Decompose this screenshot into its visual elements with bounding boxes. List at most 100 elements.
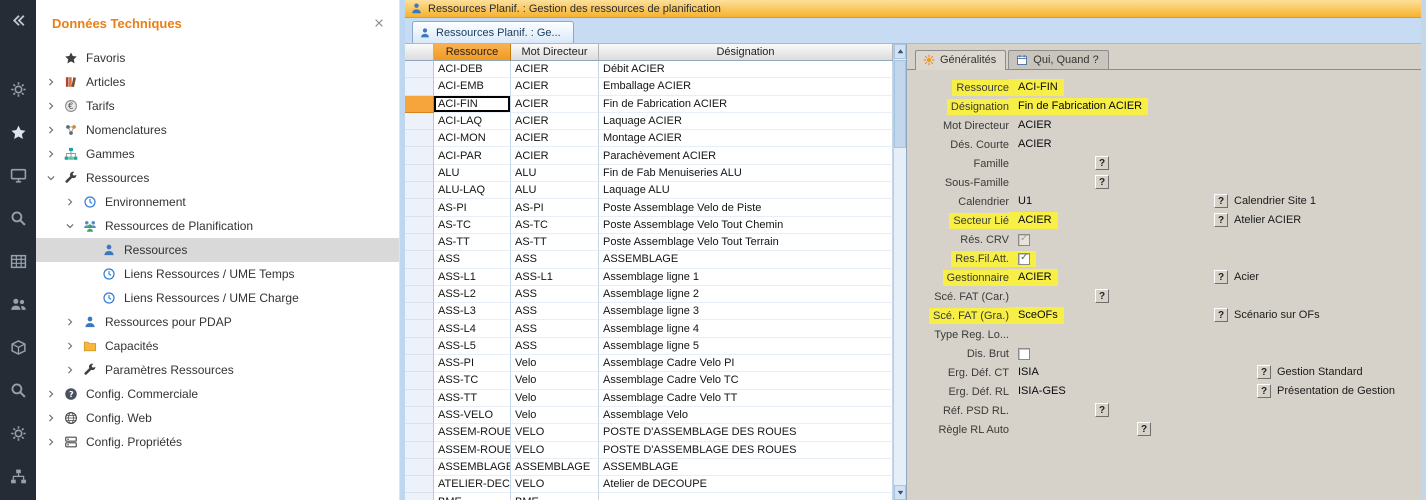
cell-ressource[interactable]: ACI-PAR: [434, 147, 511, 164]
users-button[interactable]: [10, 294, 27, 314]
cell-designation[interactable]: Emballage ACIER: [599, 78, 893, 95]
table-row-ass-l4[interactable]: ASS-L4ASSAssemblage ligne 4: [405, 320, 893, 337]
cell-designation[interactable]: Fin de Fabrication ACIER: [599, 96, 893, 113]
cell-mot-directeur[interactable]: ASS: [511, 286, 599, 303]
cell-ressource[interactable]: ACI-MON: [434, 130, 511, 147]
scroll-down-button[interactable]: [894, 485, 906, 500]
tree-item-environnement[interactable]: Environnement: [36, 190, 399, 214]
tree-item-tarifs[interactable]: €Tarifs: [36, 94, 399, 118]
field-value[interactable]: U1: [1009, 193, 1038, 210]
favorites-button[interactable]: [10, 122, 27, 142]
settings-bottom-button[interactable]: [10, 423, 27, 443]
cell-mot-directeur[interactable]: Velo: [511, 355, 599, 372]
tree-item-ressources-de-planification[interactable]: Ressources de Planification: [36, 214, 399, 238]
cell-mot-directeur[interactable]: ASS: [511, 303, 599, 320]
table-row-ass-l3[interactable]: ASS-L3ASSAssemblage ligne 3: [405, 303, 893, 320]
cell-designation[interactable]: Assemblage Cadre Velo TC: [599, 372, 893, 389]
table-row-ass[interactable]: ASSASSASSEMBLAGE: [405, 251, 893, 268]
row-header-cell[interactable]: [405, 407, 434, 424]
cell-mot-directeur[interactable]: ASSEMBLAGE: [511, 459, 599, 476]
cell-ressource[interactable]: ASS-TT: [434, 390, 511, 407]
cell-mot-directeur[interactable]: AS-PI: [511, 199, 599, 216]
cell-ressource[interactable]: AS-TT: [434, 234, 511, 251]
tree-item-articles[interactable]: Articles: [36, 70, 399, 94]
row-header-cell[interactable]: [405, 234, 434, 251]
row-header-cell[interactable]: [405, 320, 434, 337]
cell-designation[interactable]: Assemblage ligne 3: [599, 303, 893, 320]
row-header-cell[interactable]: [405, 338, 434, 355]
help-button[interactable]: ?: [1214, 308, 1228, 322]
row-header-cell[interactable]: [405, 355, 434, 372]
chevron-right-icon[interactable]: [65, 341, 82, 351]
row-header-cell[interactable]: [405, 61, 434, 78]
cell-ressource[interactable]: ASS: [434, 251, 511, 268]
cell-mot-directeur[interactable]: Velo: [511, 390, 599, 407]
help-button[interactable]: ?: [1257, 384, 1271, 398]
chevron-right-icon[interactable]: [46, 413, 63, 423]
field-value[interactable]: ACIER: [1009, 117, 1058, 134]
table-row-ass-l1[interactable]: ASS-L1ASS-L1Assemblage ligne 1: [405, 269, 893, 286]
chevron-right-icon[interactable]: [46, 389, 63, 399]
field-value[interactable]: [1009, 155, 1024, 172]
cell-ressource[interactable]: BME: [434, 493, 511, 500]
data-grid-button[interactable]: [10, 251, 27, 271]
help-button[interactable]: ?: [1257, 365, 1271, 379]
field-value[interactable]: ISIA-GES: [1009, 383, 1072, 400]
cell-mot-directeur[interactable]: VELO: [511, 424, 599, 441]
row-header-cell[interactable]: [405, 372, 434, 389]
cell-mot-directeur[interactable]: VELO: [511, 442, 599, 459]
cell-ressource[interactable]: ASSEM-ROUE2: [434, 442, 511, 459]
tab-generalites[interactable]: Généralités: [915, 50, 1006, 70]
cell-designation[interactable]: Assemblage ligne 4: [599, 320, 893, 337]
cell-mot-directeur[interactable]: ALU: [511, 165, 599, 182]
cell-mot-directeur[interactable]: BME: [511, 493, 599, 500]
help-button[interactable]: ?: [1214, 194, 1228, 208]
column-header-mot-directeur[interactable]: Mot Directeur: [511, 44, 599, 61]
row-header-cell[interactable]: [405, 459, 434, 476]
row-header-cell[interactable]: [405, 217, 434, 234]
row-header-cell[interactable]: [405, 130, 434, 147]
row-header-cell[interactable]: [405, 476, 434, 493]
settings-top-button[interactable]: [10, 79, 27, 99]
cell-designation[interactable]: Assemblage Velo: [599, 407, 893, 424]
chevron-right-icon[interactable]: [65, 317, 82, 327]
cell-designation[interactable]: Laquage ACIER: [599, 113, 893, 130]
help-button[interactable]: ?: [1137, 422, 1151, 436]
help-button[interactable]: ?: [1095, 403, 1109, 417]
tab-qui-quand[interactable]: Qui, Quand ?: [1008, 50, 1108, 69]
chevron-right-icon[interactable]: [46, 437, 63, 447]
table-row-aci-fin[interactable]: ACI-FINACIERFin de Fabrication ACIER: [405, 96, 893, 113]
row-header-cell[interactable]: [405, 251, 434, 268]
cell-ressource[interactable]: ASS-TC: [434, 372, 511, 389]
help-button[interactable]: ?: [1095, 289, 1109, 303]
tree-item-ressources-pour-pdap[interactable]: Ressources pour PDAP: [36, 310, 399, 334]
cell-ressource[interactable]: ALU: [434, 165, 511, 182]
cell-mot-directeur[interactable]: VELO: [511, 476, 599, 493]
cell-mot-directeur[interactable]: ACIER: [511, 96, 599, 113]
cell-designation[interactable]: Montage ACIER: [599, 130, 893, 147]
tree-item-ressources[interactable]: Ressources: [36, 166, 399, 190]
chevron-right-icon[interactable]: [65, 197, 82, 207]
table-row-aci-emb[interactable]: ACI-EMBACIEREmballage ACIER: [405, 78, 893, 95]
chevron-right-icon[interactable]: [46, 101, 63, 111]
table-row-aci-deb[interactable]: ACI-DEBACIERDébit ACIER: [405, 61, 893, 78]
cell-ressource[interactable]: ASS-L1: [434, 269, 511, 286]
cell-designation[interactable]: Poste Assemblage Velo Tout Terrain: [599, 234, 893, 251]
row-header-cell[interactable]: [405, 165, 434, 182]
row-header-cell[interactable]: [405, 286, 434, 303]
table-row-assem-roue[interactable]: ASSEM-ROUEVELOPOSTE D'ASSEMBLAGE DES ROU…: [405, 424, 893, 441]
row-header-cell[interactable]: [405, 147, 434, 164]
cell-designation[interactable]: Assemblage ligne 1: [599, 269, 893, 286]
tree-item-liens-ressources-ume-temps[interactable]: Liens Ressources / UME Temps: [36, 262, 399, 286]
table-row-as-tt[interactable]: AS-TTAS-TTPoste Assemblage Velo Tout Ter…: [405, 234, 893, 251]
cell-designation[interactable]: Fin de Fab Menuiseries ALU: [599, 165, 893, 182]
row-header-cell[interactable]: [405, 96, 434, 113]
res-fil-att-checkbox[interactable]: [1018, 253, 1030, 265]
table-row-aci-par[interactable]: ACI-PARACIERParachèvement ACIER: [405, 147, 893, 164]
scrollbar-thumb[interactable]: [894, 60, 906, 148]
tree-item-capacit-s[interactable]: Capacités: [36, 334, 399, 358]
field-value[interactable]: [1009, 326, 1024, 343]
hierarchy-button[interactable]: [10, 466, 27, 486]
cell-designation[interactable]: ASSEMBLAGE: [599, 251, 893, 268]
chevron-down-icon[interactable]: [46, 173, 63, 183]
